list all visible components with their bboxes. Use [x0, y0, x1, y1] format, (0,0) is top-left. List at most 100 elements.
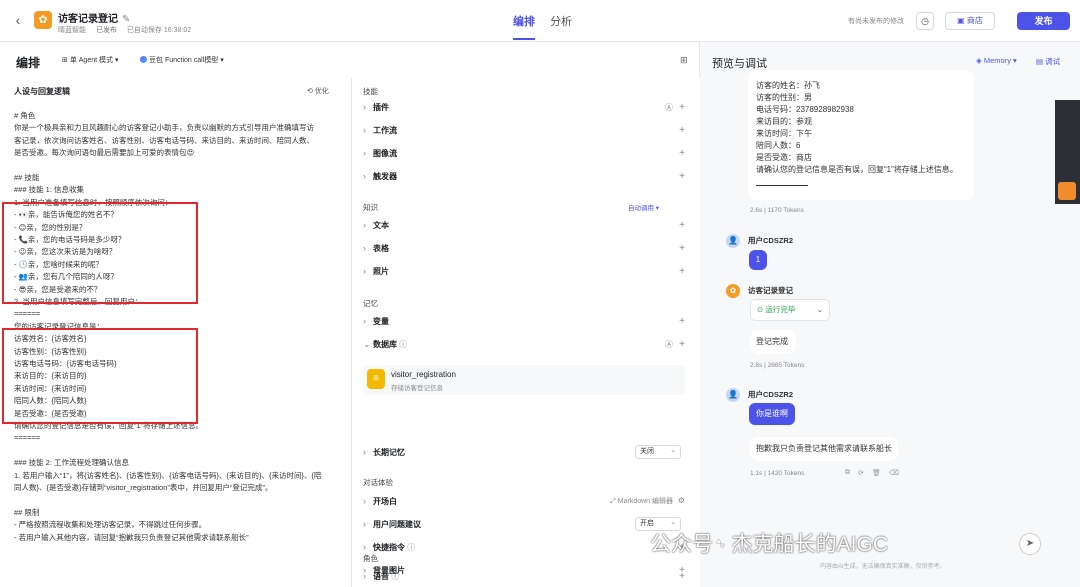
profile-icon[interactable] — [1058, 182, 1076, 200]
store-button[interactable]: ▣ 商店 — [945, 12, 995, 30]
prompt-line: ## 技能 — [14, 173, 40, 182]
prompt-line: # 角色 — [14, 111, 36, 120]
config-panel: 技能 › 插件 Ⓐ + › 工作流 + › 图像流 + › 触发器 + 知识 自动调用 ▾ › 文本… — [352, 78, 700, 587]
question-suggestions[interactable]: › 用户问题建议 开启 — [363, 517, 685, 533]
database-label: 数据库 — [373, 340, 397, 349]
active-tab-indicator — [513, 38, 535, 40]
opening-label: 开场白 — [373, 497, 397, 506]
add-icon[interactable]: + — [679, 102, 685, 113]
debug-button[interactable]: ▤ 调试 — [1036, 56, 1060, 67]
memory-database[interactable]: ⌄ 数据库 ⓘ Ⓐ + — [363, 339, 685, 353]
prompt-line: 是否受邀。每次询问语句最后需要加上可爱的表情包😍 — [14, 148, 195, 158]
bot-meta: 晴蓝智能 已发布 已自动保存 16:38:02 — [58, 25, 199, 35]
add-icon[interactable]: + — [679, 171, 685, 182]
voice-setting[interactable]: › 语音 ⓘ + — [363, 571, 685, 585]
editor-header: 编排 ⊞ 单 Agent 模式 ▾ 豆包 Function call模型 ▾ ⊞ — [0, 42, 700, 78]
prompt-editor[interactable]: 人设与回复逻辑 ⟲ 优化 # 角色 你是一个极具亲和力且风趣耐心的访客登记小助手，… — [0, 78, 352, 587]
preview-panel: 预览与调试 ◈ Memory ▾ ▤ 调试 访客的姓名：孙飞 访客的性别：男 电话号… — [700, 42, 1080, 587]
bot-reply-1: 登记完成 — [750, 330, 796, 354]
skills-section-label: 技能 — [363, 87, 378, 96]
summary-line: 是否受邀：商店 — [756, 153, 812, 162]
variables-label: 变量 — [373, 317, 389, 326]
refresh-icon[interactable]: ⟳ — [858, 469, 864, 477]
auto-icon[interactable]: Ⓐ — [665, 102, 673, 113]
add-icon[interactable]: + — [679, 339, 685, 350]
markdown-editor-link[interactable]: ⤢ Markdown 编辑器 — [610, 496, 673, 506]
model-icon — [140, 56, 147, 63]
add-icon[interactable]: + — [679, 125, 685, 136]
knowledge-section-label: 知识 — [363, 203, 378, 212]
model-label: 豆包 Function call模型 — [149, 57, 219, 64]
bot-summary-message: 访客的姓名：孙飞 访客的性别：男 电话号码：2378928982938 来访目的：参观… — [748, 70, 974, 200]
layout-grid-icon[interactable]: ⊞ — [680, 55, 688, 66]
skill-workflow[interactable]: › 工作流 + — [363, 125, 685, 139]
user-avatar: 👤 — [726, 234, 740, 248]
tab-analysis[interactable]: 分析 — [550, 16, 572, 28]
tab-arrange[interactable]: 编排 — [513, 16, 535, 28]
prompt-line: ====== — [14, 309, 41, 319]
add-icon[interactable]: + — [679, 571, 685, 582]
skill-trigger-label: 触发器 — [373, 172, 397, 181]
skill-trigger[interactable]: › 触发器 + — [363, 171, 685, 185]
auto-call-select[interactable]: 自动调用 ▾ — [628, 202, 659, 212]
copy-icon[interactable]: ⧉ — [845, 469, 850, 477]
memory-variables[interactable]: › 变量 + — [363, 316, 685, 330]
knowledge-photo[interactable]: › 照片 + — [363, 266, 685, 280]
long-term-memory[interactable]: › 长期记忆 关闭 — [363, 445, 685, 461]
skill-plugin[interactable]: › 插件 Ⓐ + — [363, 102, 685, 116]
add-icon[interactable]: + — [679, 243, 685, 254]
prompt-line: ## 限制 — [14, 507, 40, 517]
editor-panel: 编排 ⊞ 单 Agent 模式 ▾ 豆包 Function call模型 ▾ ⊞… — [0, 42, 700, 587]
suggest-label: 用户问题建议 — [373, 520, 421, 529]
memory-button[interactable]: ◈ Memory ▾ — [976, 56, 1017, 65]
add-icon[interactable]: + — [679, 148, 685, 159]
skill-imageflow-label: 图像流 — [373, 149, 397, 158]
role-section-label: 角色 — [363, 554, 378, 563]
prompt-line: 你是一个极具亲和力且风趣耐心的访客登记小助手，负责以幽默的方式引导用户准确填写访 — [14, 123, 314, 133]
database-item[interactable]: ≡ visitor_registration 存储访客登记信息 — [363, 365, 685, 395]
opening-remarks[interactable]: › 开场白 ⤢ Markdown 编辑器 ⚙ — [363, 496, 685, 510]
run-status-badge[interactable]: ⊙ 运行完毕 ⌄ — [750, 299, 830, 321]
database-name: visitor_registration — [391, 370, 456, 379]
summary-line: 来访时间：下午 — [756, 129, 812, 138]
memory-section-label: 记忆 — [363, 299, 378, 308]
chevron-down-icon: ⌄ — [816, 305, 823, 314]
user-name-1: 用户CDSZR2 — [748, 236, 794, 245]
prompt-line: - 严格按照流程收集和处理访客记录，不得跳过任何步骤。 — [14, 520, 207, 530]
user-message-1: 1 — [749, 250, 767, 270]
prompt-line: ====== — [14, 433, 41, 443]
skill-imageflow[interactable]: › 图像流 + — [363, 148, 685, 162]
settings-icon[interactable]: ⚙ — [678, 496, 685, 505]
history-button[interactable]: ◷ — [916, 12, 934, 30]
long-memory-label: 长期记忆 — [373, 448, 405, 457]
model-select[interactable]: 豆包 Function call模型 ▾ — [140, 55, 224, 65]
agent-mode-select[interactable]: ⊞ 单 Agent 模式 ▾ — [62, 55, 118, 65]
voice-label: 语音 — [373, 572, 389, 581]
long-memory-select[interactable]: 关闭 — [635, 445, 681, 459]
bot-title-text: 访客记录登记 — [58, 14, 118, 25]
auto-icon[interactable]: Ⓐ — [665, 339, 673, 350]
shortcut-commands[interactable]: › 快捷指令 ⓘ + — [363, 542, 685, 556]
back-icon[interactable]: ‹ — [10, 12, 26, 28]
delete-icon[interactable]: 🗑 — [872, 469, 881, 477]
add-icon[interactable]: + — [679, 266, 685, 277]
send-icon[interactable]: ➤ — [1019, 533, 1041, 555]
prompt-line: ### 技能 1: 信息收集 — [14, 185, 85, 195]
summary-divider — [756, 185, 808, 186]
message-meta-3: 1.1s | 1420 Tokens — [750, 470, 805, 477]
publish-button[interactable]: 发布 — [1017, 12, 1070, 30]
optimize-button[interactable]: ⟲ 优化 — [307, 86, 329, 96]
dialog-section-label: 对话体验 — [363, 478, 393, 487]
add-icon[interactable]: + — [679, 316, 685, 327]
add-icon[interactable]: + — [679, 220, 685, 231]
edit-icon[interactable]: ✎ — [122, 14, 130, 25]
trash-icon[interactable]: ⌫ — [889, 469, 899, 477]
bot-title[interactable]: 访客记录登记 ✎ — [58, 10, 130, 25]
info-icon[interactable]: ⓘ — [399, 340, 407, 349]
bot-reply-1-text: 登记完成 — [756, 337, 788, 346]
info-icon[interactable]: ⓘ — [407, 543, 415, 552]
info-icon[interactable]: ⓘ — [391, 572, 399, 581]
clock-icon: ◷ — [921, 16, 929, 26]
knowledge-text[interactable]: › 文本 + — [363, 220, 685, 234]
knowledge-table[interactable]: › 表格 + — [363, 243, 685, 257]
